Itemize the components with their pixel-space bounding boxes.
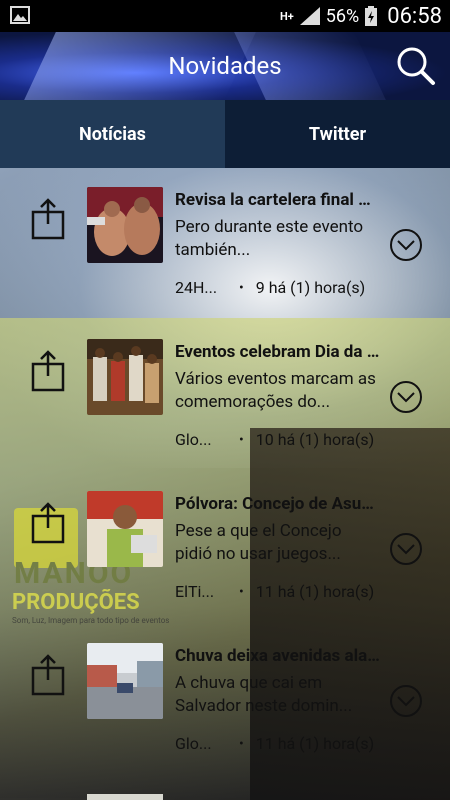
news-meta: Glo... • 11 há (1) hora(s) [175, 734, 374, 753]
news-source: ElTi... [175, 582, 215, 601]
news-time: 11 há (1) hora(s) [255, 734, 375, 753]
news-source: Glo... [175, 734, 212, 753]
chevron-down-icon[interactable] [389, 532, 423, 566]
news-title: Eventos celebram Dia da Consciência Negr… [175, 342, 380, 362]
news-time: 10 há (1) hora(s) [255, 430, 375, 449]
chevron-down-icon[interactable] [389, 684, 423, 718]
next-item-thumbnail-edge[interactable] [87, 794, 163, 800]
gallery-notification-icon [10, 6, 30, 24]
share-icon[interactable] [30, 500, 66, 544]
news-source: Glo... [175, 430, 212, 449]
battery-icon [365, 6, 378, 26]
news-thumbnail[interactable] [87, 187, 163, 263]
news-source: 24H... [175, 278, 218, 297]
separator-dot: • [239, 735, 244, 752]
share-icon[interactable] [30, 196, 66, 240]
news-item[interactable]: Pólvora: Concejo de Asunción Pese a que … [0, 472, 450, 624]
news-meta: 24H... • 9 há (1) hora(s) [175, 278, 365, 297]
separator-dot: • [239, 583, 244, 600]
chevron-down-icon[interactable] [389, 228, 423, 262]
share-icon[interactable] [30, 652, 66, 696]
news-thumbnail[interactable] [87, 491, 163, 567]
news-title: Pólvora: Concejo de Asunción [175, 494, 380, 514]
news-item[interactable]: Chuva deixa avenidas alagadas A chuva qu… [0, 624, 450, 776]
tab-noticias[interactable]: Notícias [0, 100, 225, 168]
news-item[interactable]: Eventos celebram Dia da Consciência Negr… [0, 320, 450, 472]
signal-icon [299, 7, 320, 25]
status-bar: H+ 56% 06:58 [0, 0, 450, 32]
news-thumbnail[interactable] [87, 643, 163, 719]
news-time: 9 há (1) hora(s) [255, 278, 366, 297]
clock: 06:58 [387, 3, 442, 29]
news-thumbnail[interactable] [87, 339, 163, 415]
news-meta: ElTi... • 11 há (1) hora(s) [175, 582, 374, 601]
chevron-down-icon[interactable] [389, 380, 423, 414]
news-description: Pero durante este evento también... [175, 217, 364, 260]
network-type: H+ [280, 9, 294, 23]
news-time: 11 há (1) hora(s) [255, 582, 375, 601]
app-header: Novidades [0, 32, 450, 100]
tab-twitter[interactable]: Twitter [225, 100, 450, 168]
page-title: Novidades [168, 52, 282, 80]
news-meta: Glo... • 10 há (1) hora(s) [175, 430, 374, 449]
separator-dot: • [239, 431, 244, 448]
news-description: Pese a que el Concejo pidió no usar jueg… [175, 521, 342, 564]
news-description: A chuva que cai em Salvador neste domin.… [175, 673, 353, 716]
tab-bar: Notícias Twitter [0, 100, 450, 168]
status-icons: H+ 56% 06:58 [280, 0, 442, 32]
news-title: Revisa la cartelera final de Survivor Se… [175, 190, 380, 210]
news-item[interactable]: Revisa la cartelera final de Survivor Se… [0, 168, 450, 320]
news-title: Chuva deixa avenidas alagadas [175, 646, 380, 666]
news-list[interactable]: MANOO PRODUÇÕES Som, Luz, Imagem para to… [0, 168, 450, 800]
search-icon[interactable] [396, 46, 436, 86]
battery-percent: 56% [325, 5, 360, 27]
share-icon[interactable] [30, 348, 66, 392]
news-description: Vários eventos marcam as comemorações do… [175, 369, 376, 412]
separator-dot: • [239, 279, 244, 296]
